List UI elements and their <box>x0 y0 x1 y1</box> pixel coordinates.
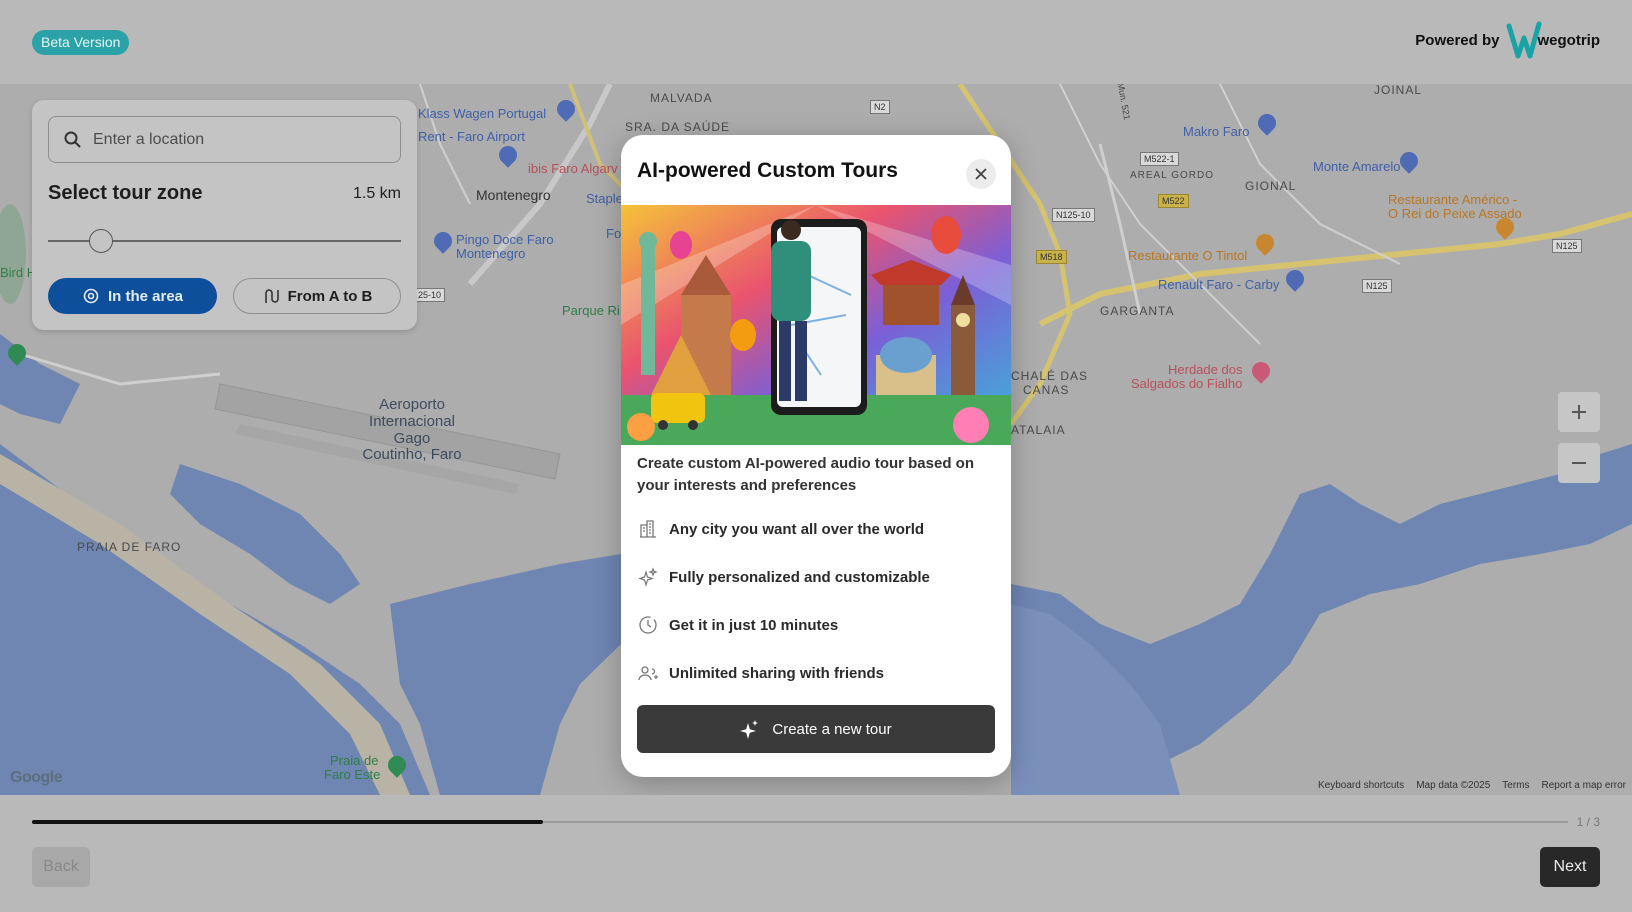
plus-icon <box>1572 405 1586 419</box>
in-the-area-button[interactable]: In the area <box>48 278 217 314</box>
road-tag-25-10: 25-10 <box>414 288 446 302</box>
feature-text: Any city you want all over the world <box>669 520 925 538</box>
progress-fill <box>32 820 543 824</box>
close-icon <box>975 168 987 180</box>
map-label-malvada: MALVADA <box>650 91 713 105</box>
map-label-praia-faro-este-2: Faro Este <box>324 767 381 782</box>
modal-title: AI-powered Custom Tours <box>637 159 898 182</box>
map-label-klass-wagen: Klass Wagen Portugal <box>418 106 547 121</box>
map-label-fo: Fo <box>606 226 622 241</box>
modal-description: Create custom AI-powered audio tour base… <box>637 455 974 494</box>
terms-link[interactable]: Terms <box>1502 780 1529 791</box>
route-icon <box>264 289 279 303</box>
map-label-rent-faro: Rent - Faro Airport <box>418 129 525 144</box>
location-target-icon <box>83 288 99 304</box>
zone-distance: 1.5 km <box>352 185 401 202</box>
map-label-atalaia: ATALAIA <box>1011 423 1066 437</box>
road-tag-n125-10: N125-10 <box>1052 208 1095 222</box>
map-label-chale-2: CANAS <box>1023 383 1070 397</box>
feature-text: Unlimited sharing with friends <box>669 664 885 682</box>
tour-zone-panel: Select tour zone 1.5 km In the area From… <box>32 100 417 330</box>
map-label-parque: Parque Ri <box>562 303 620 318</box>
zoom-in-button[interactable] <box>1558 392 1600 432</box>
map-label-praia-faro: PRAIA DE FARO <box>77 540 182 554</box>
page-indicator: 1 / 3 <box>1576 815 1600 829</box>
map-label-areal-gordo: AREAL GORDO <box>1130 170 1214 181</box>
map-label-garganta: GARGANTA <box>1100 304 1175 318</box>
sparkle-icon <box>637 566 659 588</box>
google-logo: Google <box>10 769 63 786</box>
feature-ten-minutes: Get it in just 10 minutes <box>637 613 838 637</box>
powered-by-label: Powered by <box>1415 31 1500 49</box>
feature-any-city: Any city you want all over the world <box>637 517 924 541</box>
zone-slider-thumb[interactable] <box>89 229 113 253</box>
road-tag-n125-b: N125 <box>1362 279 1392 293</box>
map-label-monte-amarelo: Monte Amarelo <box>1313 159 1401 174</box>
road-tag-m522-1: M522-1 <box>1140 152 1179 166</box>
map-label-airport-2: Internacional <box>369 413 455 430</box>
feature-personalized: Fully personalized and customizable <box>637 565 930 589</box>
feature-text: Get it in just 10 minutes <box>669 616 839 634</box>
map-label-airport-4: Coutinho, Faro <box>362 446 462 463</box>
from-a-to-b-button[interactable]: From A to B <box>233 278 401 314</box>
in-the-area-label: In the area <box>107 287 184 305</box>
zone-title: Select tour zone <box>48 182 203 204</box>
map-label-staple: Staple <box>586 191 623 206</box>
map-data-label: Map data ©2025 <box>1416 780 1491 791</box>
road-tag-n2: N2 <box>870 100 890 114</box>
sparkle-icon <box>740 720 759 739</box>
map-footer: Keyboard shortcuts Map data ©2025 Terms … <box>1318 780 1626 791</box>
brand-logo[interactable]: wegotrip <box>1506 20 1601 60</box>
map-label-gional: GIONAL <box>1245 179 1297 193</box>
back-button[interactable]: Back <box>32 847 90 887</box>
create-new-tour-button[interactable]: Create a new tour <box>637 705 995 753</box>
onboarding-footer: 1 / 3 Back Next <box>0 795 1632 912</box>
feature-text: Fully personalized and customizable <box>669 568 930 586</box>
map-label-airport-1: Aeroporto <box>379 396 445 413</box>
map-label-renault: Renault Faro - Carby <box>1158 277 1280 292</box>
map-label-ibis: ibis Faro Algarv <box>528 161 618 176</box>
road-tag-m518: M518 <box>1036 250 1067 264</box>
close-button[interactable] <box>966 159 996 189</box>
map-label-joinal: JOINAL <box>1374 84 1423 97</box>
search-icon <box>64 131 81 148</box>
create-new-tour-label: Create a new tour <box>772 720 892 738</box>
map-label-restaurante-tintol: Restaurante O Tintol <box>1128 248 1248 263</box>
clock-icon <box>637 614 659 636</box>
minus-icon <box>1572 462 1586 464</box>
wegotrip-logo-icon <box>1506 21 1541 59</box>
from-a-to-b-label: From A to B <box>287 287 373 305</box>
users-icon <box>637 662 659 684</box>
map-label-sra-saude: SRA. DA SAÚDE <box>625 120 731 134</box>
hero-illustration <box>621 205 1011 445</box>
zoom-out-button[interactable] <box>1558 443 1600 483</box>
report-map-error-link[interactable]: Report a map error <box>1542 780 1626 791</box>
ai-tours-modal: AI-powered Custom Tours Create custom AI… <box>621 135 1011 777</box>
map-label-makro: Makro Faro <box>1183 124 1250 139</box>
progress-bar <box>32 820 1568 824</box>
brand-name: wegotrip <box>1537 31 1601 49</box>
map-label-chale-1: CHALÉ DAS <box>1011 369 1089 383</box>
next-button[interactable]: Next <box>1540 847 1600 887</box>
map-label-herdade-2: Salgados do Fialho <box>1131 376 1243 391</box>
road-tag-n125-a: N125 <box>1552 239 1582 253</box>
city-icon <box>637 518 659 540</box>
road-tag-m522: M522 <box>1158 194 1189 208</box>
keyboard-shortcuts-link[interactable]: Keyboard shortcuts <box>1318 780 1404 791</box>
map-label-montenegro: Montenegro <box>476 187 551 203</box>
feature-sharing: Unlimited sharing with friends <box>637 661 884 685</box>
beta-badge: Beta Version <box>32 30 130 55</box>
location-input[interactable] <box>93 130 383 149</box>
map-label-bird: Bird H <box>0 265 37 280</box>
map-label-airport-3: Gago <box>393 430 431 447</box>
app-header: Beta Version Powered by wegotrip <box>0 0 1632 84</box>
location-field[interactable] <box>48 116 401 163</box>
powered-by: Powered by wegotrip <box>1415 20 1600 60</box>
map-label-pingo-doce-2: Montenegro <box>456 246 526 261</box>
